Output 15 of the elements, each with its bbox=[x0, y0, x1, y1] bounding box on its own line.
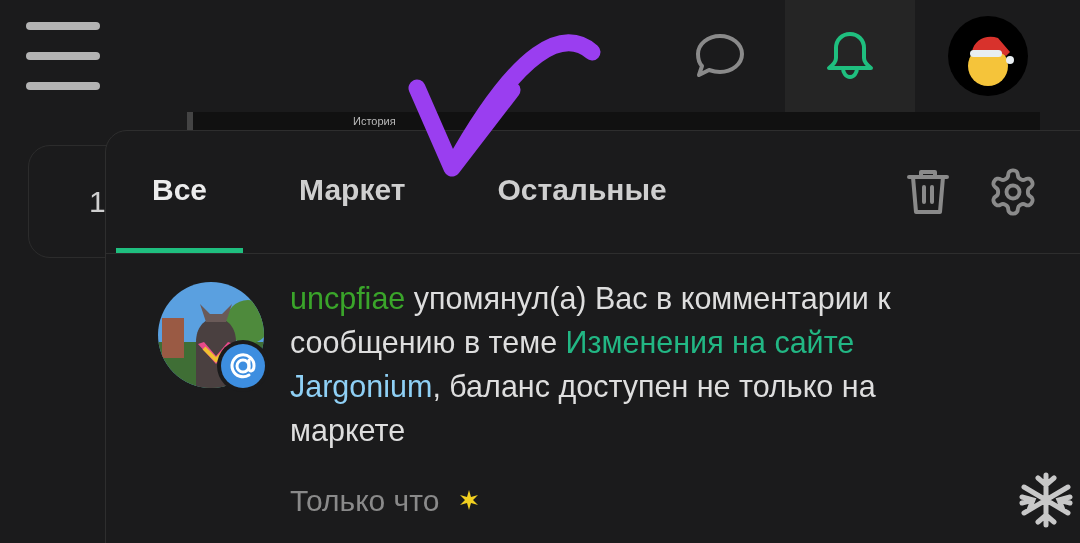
username-link[interactable]: uncpfiae bbox=[290, 281, 406, 315]
notification-text: uncpfiae упомянул(а) Вас в комментарии к сообщению в теме Изменения на сайте Jargonium, баланс доступен не только на маркете bbox=[290, 280, 892, 450]
menu-icon[interactable] bbox=[26, 22, 100, 90]
thread-link[interactable]: Изменения на сайте bbox=[565, 325, 855, 359]
count-text: 1 bbox=[89, 184, 106, 220]
snowflake-icon bbox=[1018, 472, 1074, 528]
tab[interactable]: Маркет bbox=[263, 131, 442, 253]
bell-icon[interactable] bbox=[785, 0, 915, 112]
site-link[interactable]: Jargonium bbox=[290, 369, 433, 403]
trash-icon[interactable] bbox=[907, 168, 949, 216]
tab[interactable]: Все bbox=[116, 131, 244, 253]
panel-edge bbox=[187, 112, 193, 130]
time-text: Только что bbox=[290, 482, 440, 519]
strip-text: История bbox=[353, 115, 396, 127]
tab[interactable]: Остальные bbox=[461, 131, 703, 253]
